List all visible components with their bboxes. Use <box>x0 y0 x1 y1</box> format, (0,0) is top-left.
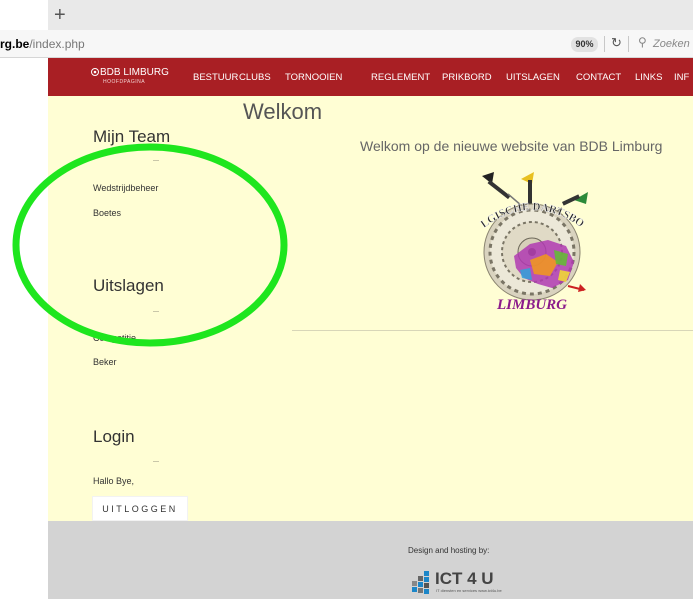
toolbar-separator <box>628 36 629 52</box>
footer-company-url[interactable]: www.ict4u.be <box>478 588 502 593</box>
dartboard-logo-icon[interactable] <box>91 68 99 76</box>
nav-item-tornooien[interactable]: TORNOOIEN <box>285 72 342 83</box>
sidebar-link-beker[interactable]: Beker <box>93 357 117 367</box>
dart-icon <box>482 172 523 207</box>
nav-item-prikbord[interactable]: PRIKBORD <box>442 72 492 83</box>
footer-company-name[interactable]: ICT 4 U <box>435 569 494 589</box>
browser-search-input[interactable]: Zoeken <box>653 38 690 50</box>
nav-item-contact[interactable]: CONTACT <box>576 72 621 83</box>
url-path: /index.php <box>29 37 85 51</box>
hosting-label: Design and hosting by: <box>408 546 490 555</box>
screenshot-root: + rg.be/index.php 90% ↻ ⚲ Zoeken BDB LIM… <box>0 0 693 599</box>
heading-divider <box>153 461 159 462</box>
nav-item-reglement[interactable]: REGLEMENT <box>371 72 430 83</box>
browser-tab-bar <box>48 0 693 30</box>
page-title: Welkom <box>243 99 323 124</box>
highlight-ellipse-annotation <box>12 143 288 347</box>
nav-item-uitslagen[interactable]: UITSLAGEN <box>506 72 560 83</box>
logout-button[interactable]: UITLOGGEN <box>92 496 188 521</box>
site-footer <box>48 521 693 599</box>
nav-item-info[interactable]: INF <box>674 72 689 83</box>
toolbar-separator <box>604 36 605 52</box>
ict4u-logo-icon[interactable] <box>408 571 434 597</box>
site-logo-subtitle[interactable]: HOOFDPAGINA <box>103 79 145 85</box>
search-icon[interactable]: ⚲ <box>638 35 647 49</box>
logo-limburg-text: LIMBURG <box>496 297 567 313</box>
url-domain: rg.be <box>0 37 30 51</box>
new-tab-button[interactable]: + <box>54 5 66 25</box>
login-greeting: Hallo Bye, <box>93 476 135 486</box>
sidebar-heading-login: Login <box>93 427 135 446</box>
nav-item-links[interactable]: LINKS <box>635 72 662 83</box>
nav-item-clubs[interactable]: CLUBS <box>239 72 271 83</box>
nav-item-bestuur[interactable]: BESTUUR <box>193 72 238 83</box>
welcome-text: Welkom op de nieuwe website van BDB Limb… <box>360 138 663 154</box>
url-text[interactable]: rg.be/index.php <box>0 37 85 51</box>
reload-icon[interactable]: ↻ <box>611 35 622 51</box>
content-divider <box>292 330 693 331</box>
site-logo-title[interactable]: BDB LIMBURG <box>100 67 169 78</box>
footer-company-tagline: IT diensten en services www.ict4u.be <box>436 588 502 593</box>
zoom-indicator[interactable]: 90% <box>571 37 598 52</box>
belgische-dartsbond-logo: BELGISCHE DARTSBOND LIMBURG <box>470 170 588 313</box>
